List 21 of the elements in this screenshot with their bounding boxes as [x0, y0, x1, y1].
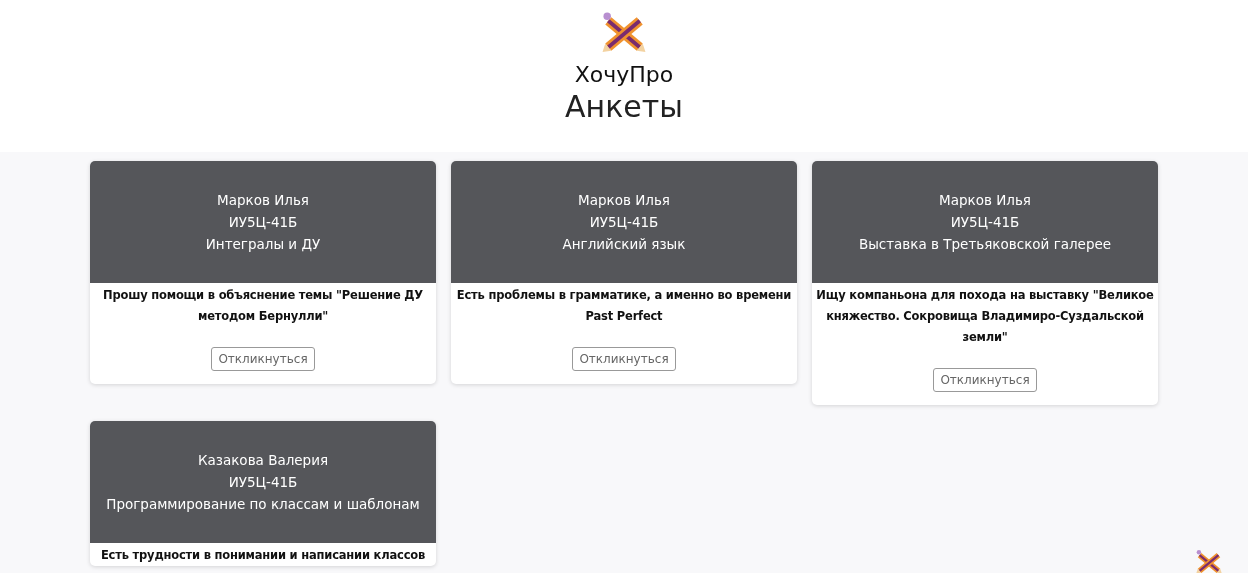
respond-button[interactable]: Откликнуться [933, 368, 1037, 392]
request-description: Есть проблемы в грамматике, а именно во времени Past Perfect [455, 287, 793, 325]
request-topic: Выставка в Третьяковской галерее [858, 236, 1112, 252]
request-topic: Интегралы и ДУ [205, 236, 321, 252]
request-topic: Английский язык [562, 236, 686, 252]
respond-button[interactable]: Откликнуться [211, 347, 315, 371]
group-code: ИУ5Ц-41Б [228, 214, 298, 230]
group-code: ИУ5Ц-41Б [228, 474, 298, 490]
group-code: ИУ5Ц-41Б [950, 214, 1020, 230]
student-name: Казакова Валерия [197, 452, 329, 468]
group-code: ИУ5Ц-41Б [589, 214, 659, 230]
page-title: Анкеты [565, 88, 683, 126]
student-name: Марков Илья [939, 192, 1031, 208]
request-description: Прошу помощи в объяснение темы "Решение ДУ методом Бернулли" [102, 287, 424, 325]
request-description: Есть трудности в понимании и написании классов [99, 547, 427, 564]
respond-button[interactable]: Откликнуться [572, 347, 676, 371]
request-topic: Программирование по классам и шаблонам [106, 496, 420, 512]
request-description: Ищу компаньона для похода на выставку "Великое княжество. Сокровища Владимиро-Суздальской земли" [815, 287, 1155, 346]
student-name: Марков Илья [578, 192, 670, 208]
brand-name: ХочуПро [574, 62, 674, 88]
student-name: Марков Илья [217, 192, 309, 208]
